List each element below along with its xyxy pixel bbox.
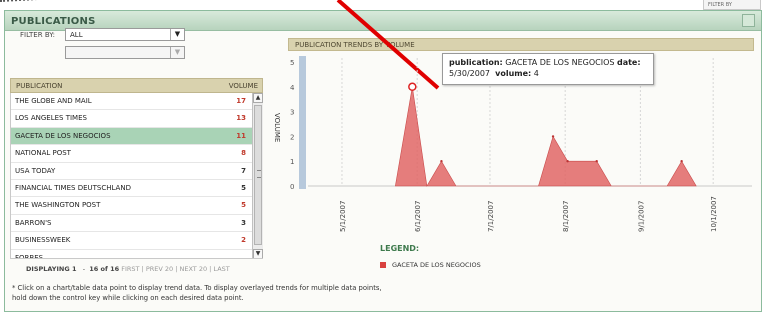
selected-data-point <box>408 82 417 92</box>
legend-item-label: GACETA DE LOS NEGOCIOS <box>392 261 481 269</box>
annotation-arrow <box>336 0 440 90</box>
x-tick-label: 5/1/2007 <box>339 201 347 232</box>
y-tick-label: 1 <box>290 158 294 166</box>
x-tick-label: 6/1/2007 <box>414 201 422 232</box>
legend-title: LEGEND: <box>380 244 420 253</box>
x-tick-label: 9/1/2007 <box>637 201 645 232</box>
tooltip-date-label: date: <box>616 58 641 67</box>
data-point <box>566 160 569 163</box>
legend-swatch <box>380 262 386 268</box>
data-point <box>680 160 683 163</box>
x-tick-label: 10/1/2007 <box>710 196 718 232</box>
y-tick-label: 5 <box>290 59 294 67</box>
y-tick-label: 0 <box>290 183 294 191</box>
tooltip-pub-value: GACETA DE LOS NEGOCIOS <box>505 58 615 67</box>
data-point <box>595 160 598 163</box>
y-tick-label: 4 <box>290 84 295 92</box>
legend-item[interactable]: GACETA DE LOS NEGOCIOS <box>380 261 481 269</box>
x-tick-label: 8/1/2007 <box>562 201 570 232</box>
tooltip-date-value: 5/30/2007 <box>449 69 491 78</box>
y-axis-bar <box>299 56 306 189</box>
y-tick-label: 2 <box>290 133 294 141</box>
data-point <box>551 135 555 138</box>
tooltip-vol-value: 4 <box>533 69 539 78</box>
x-tick-label: 7/1/2007 <box>487 201 495 232</box>
y-axis-label: VOLUME <box>273 113 281 142</box>
tooltip-vol-label: volume: <box>495 69 532 78</box>
y-tick-label: 3 <box>290 109 294 117</box>
tooltip-pub-label: publication: <box>449 58 503 67</box>
data-point-tooltip: publication: GACETA DE LOS NEGOCIOS date… <box>442 53 654 85</box>
series-area <box>394 86 697 187</box>
data-point <box>440 160 443 163</box>
